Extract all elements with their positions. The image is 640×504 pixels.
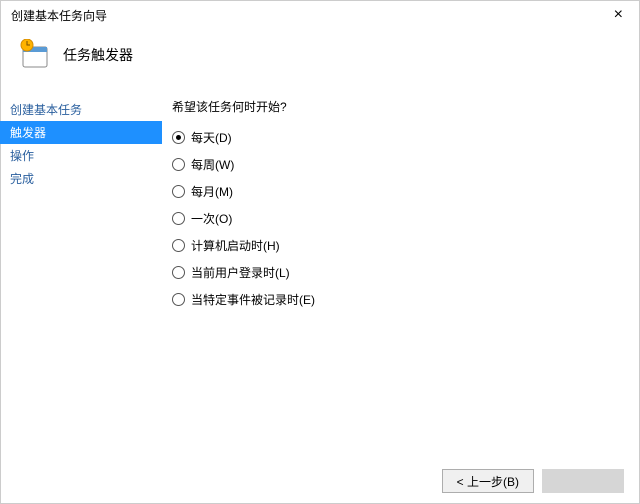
- footer: < 上一步(B): [0, 458, 640, 504]
- radio-label: 每周(W): [191, 156, 234, 173]
- radio-label: 一次(O): [191, 210, 232, 227]
- radio-label: 当特定事件被记录时(E): [191, 291, 315, 308]
- task-scheduler-icon: [19, 39, 51, 71]
- header-title: 任务触发器: [63, 45, 133, 65]
- radio-option-event-logged[interactable]: 当特定事件被记录时(E): [172, 291, 630, 308]
- radio-option-weekly[interactable]: 每周(W): [172, 156, 630, 173]
- radio-option-user-logon[interactable]: 当前用户登录时(L): [172, 264, 630, 281]
- titlebar: 创建基本任务向导 ×: [1, 1, 639, 29]
- radio-label: 计算机启动时(H): [191, 237, 280, 254]
- sidebar-item-trigger[interactable]: 触发器: [0, 121, 162, 144]
- sidebar-item-create-basic-task[interactable]: 创建基本任务: [0, 98, 162, 121]
- radio-icon: [172, 185, 185, 198]
- window-title: 创建基本任务向导: [11, 7, 107, 24]
- next-button-obscured[interactable]: [542, 469, 624, 493]
- radio-option-computer-start[interactable]: 计算机启动时(H): [172, 237, 630, 254]
- radio-label: 当前用户登录时(L): [191, 264, 290, 281]
- radio-label: 每天(D): [191, 129, 232, 146]
- sidebar-item-action[interactable]: 操作: [0, 144, 162, 167]
- prompt-text: 希望该任务何时开始?: [172, 98, 630, 115]
- back-button[interactable]: < 上一步(B): [442, 469, 534, 493]
- sidebar: 创建基本任务 触发器 操作 完成: [0, 94, 162, 458]
- wizard-header: 任务触发器: [1, 29, 639, 87]
- radio-option-once[interactable]: 一次(O): [172, 210, 630, 227]
- sidebar-item-finish[interactable]: 完成: [0, 167, 162, 190]
- radio-label: 每月(M): [191, 183, 233, 200]
- radio-icon: [172, 158, 185, 171]
- radio-icon: [172, 239, 185, 252]
- radio-icon: [172, 266, 185, 279]
- radio-icon: [172, 212, 185, 225]
- radio-option-monthly[interactable]: 每月(M): [172, 183, 630, 200]
- radio-icon: [172, 131, 185, 144]
- radio-icon: [172, 293, 185, 306]
- close-icon[interactable]: ×: [608, 5, 629, 25]
- wizard-body: 创建基本任务 触发器 操作 完成 希望该任务何时开始? 每天(D) 每周(W) …: [0, 94, 640, 458]
- content-panel: 希望该任务何时开始? 每天(D) 每周(W) 每月(M) 一次(O) 计算机启动…: [162, 94, 640, 458]
- radio-option-daily[interactable]: 每天(D): [172, 129, 630, 146]
